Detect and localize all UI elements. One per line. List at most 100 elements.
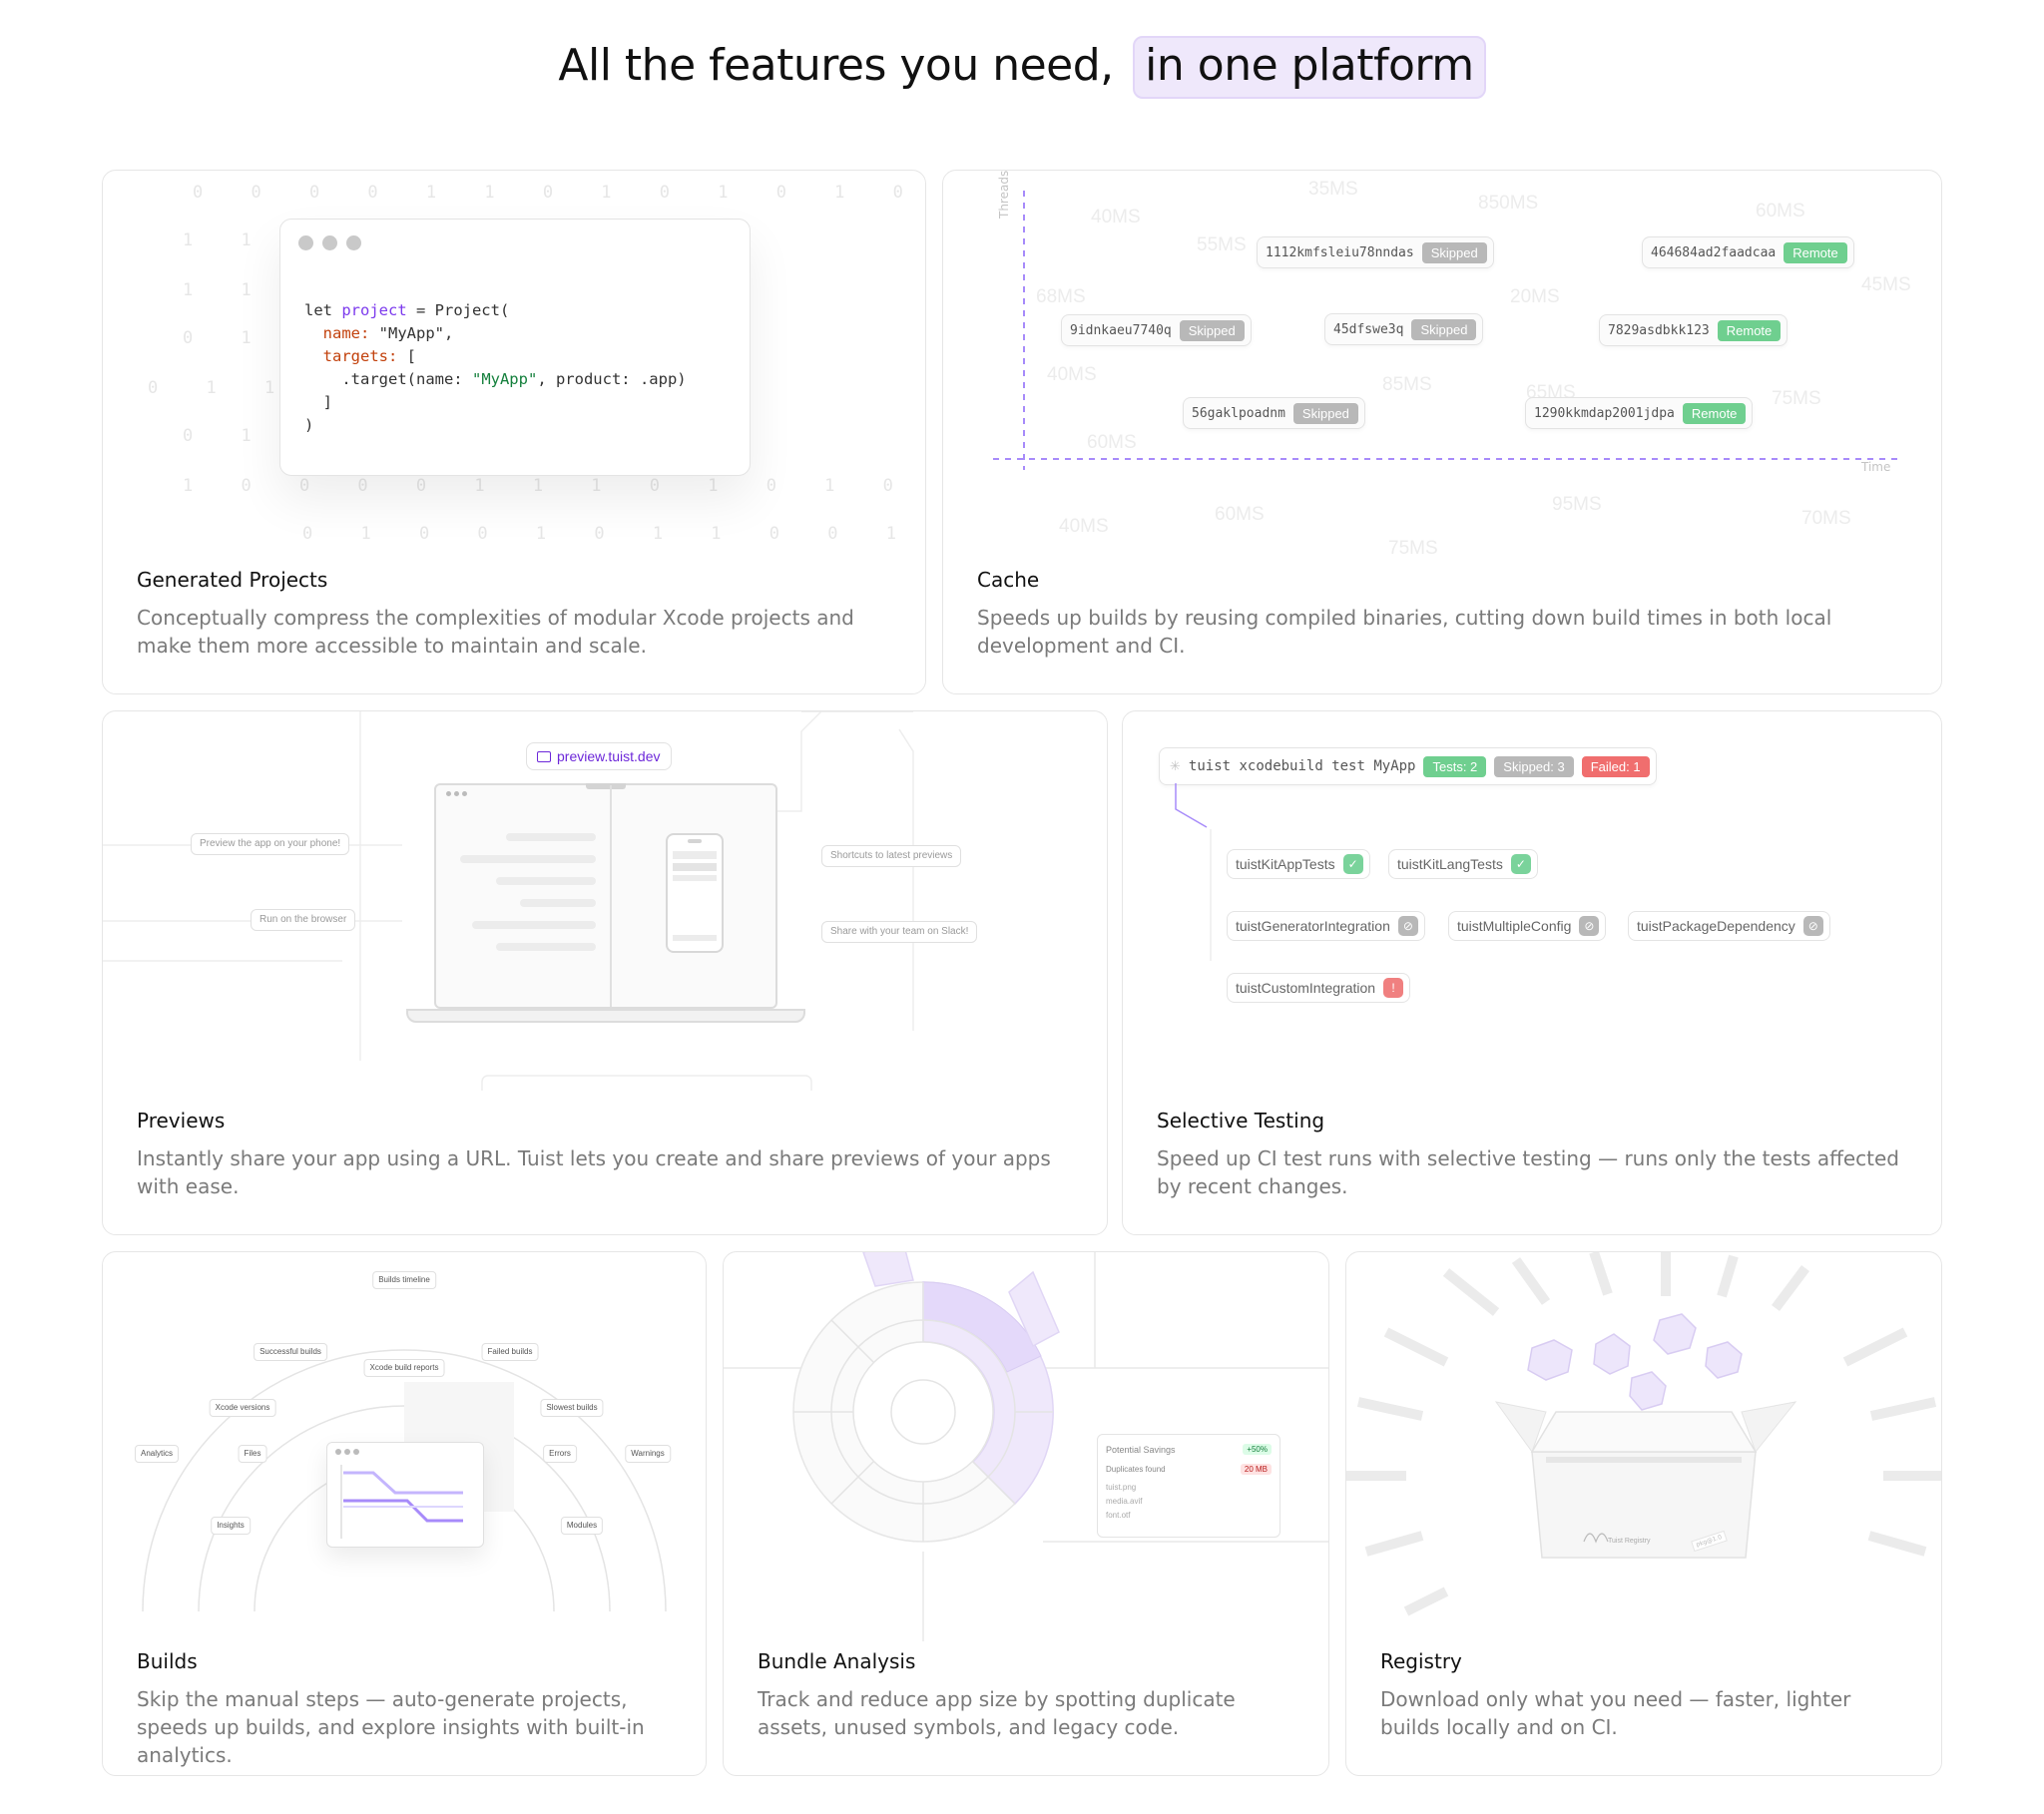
status-badge: Remote: [1717, 319, 1782, 341]
label-modules: Modules: [560, 1517, 604, 1535]
status-badge: Skipped: [1411, 318, 1477, 340]
test-name: tuistMultipleConfig: [1457, 918, 1572, 934]
cache-chip: 1290kkmdap2001jdpa Remote: [1525, 397, 1754, 429]
ms-label: 40MS: [1047, 364, 1097, 385]
label-failed-builds: Failed builds: [481, 1343, 539, 1361]
label-files: Files: [238, 1445, 267, 1463]
ms-label: 55MS: [1197, 234, 1247, 255]
preview-icon: [537, 750, 551, 762]
test-chip: tuistKitLangTests ✓: [1388, 849, 1538, 879]
card-previews[interactable]: preview.tuist.dev Preview the app on you…: [102, 710, 1108, 1235]
ms-label: 60MS: [1756, 201, 1805, 222]
savings-panel: Potential Savings +50% Duplicates found …: [1097, 1434, 1280, 1538]
code-snippet: let project = Project( name: "MyApp", ta…: [304, 301, 687, 434]
ms-label: 68MS: [1036, 286, 1086, 307]
status-badge: Remote: [1682, 402, 1747, 424]
headline-prefix: All the features you need,: [558, 40, 1114, 91]
card-bundle-analysis[interactable]: Potential Savings +50% Duplicates found …: [723, 1251, 1329, 1776]
cache-chip: 7829asdbkk123 Remote: [1599, 314, 1788, 346]
card-registry[interactable]: Tuist Registry pkg@1.0 Registry Download…: [1345, 1251, 1942, 1776]
card-title: Registry: [1380, 1649, 1462, 1673]
skip-icon: ⊘: [1579, 916, 1600, 936]
status-badge: Skipped: [1292, 402, 1358, 424]
check-icon: ✓: [1510, 854, 1531, 874]
card-description: Instantly share your app using a URL. Tu…: [137, 1146, 1051, 1198]
cache-hash: 1290kkmdap2001jdpa: [1534, 405, 1675, 421]
ms-label: 70MS: [1801, 508, 1851, 529]
card-selective-testing[interactable]: ✳ tuist xcodebuild test MyApp Tests: 2 S…: [1122, 710, 1942, 1235]
card-title: Generated Projects: [137, 568, 328, 592]
card-title: Previews: [137, 1109, 226, 1133]
window-dot-icon: [322, 235, 337, 250]
status-badge: Remote: [1784, 241, 1847, 263]
savings-label: Potential Savings: [1106, 1445, 1176, 1455]
x-axis-label: Time: [1861, 460, 1891, 474]
duplicates-value: 20 MB: [1240, 1464, 1272, 1475]
cache-hash: 7829asdbkk123: [1608, 322, 1710, 338]
cache-hash: 56gaklpoadnm: [1192, 405, 1285, 421]
skip-icon: ⊘: [1802, 916, 1823, 936]
test-name: tuistKitLangTests: [1397, 856, 1503, 872]
window-dot-icon: [298, 235, 313, 250]
label-analytics: Analytics: [134, 1445, 180, 1463]
skip-icon: ⊘: [1397, 916, 1418, 936]
window-dot-icon: [346, 235, 361, 250]
preview-url-pill[interactable]: preview.tuist.dev: [526, 742, 672, 770]
card-description: Track and reduce app size by spotting du…: [758, 1687, 1236, 1739]
card-builds[interactable]: Builds timeline Successful builds Failed…: [102, 1251, 707, 1776]
tests-badge: Tests: 2: [1423, 755, 1487, 777]
status-badge: Skipped: [1421, 241, 1487, 263]
error-icon: !: [1383, 978, 1404, 998]
card-description: Speeds up builds by reusing compiled bin…: [977, 606, 1832, 658]
binary-row: 0 1 0 0 1 0 1 1 0 0 1 0 0: [302, 524, 925, 544]
cache-chip: 9idnkaeu7740q Skipped: [1061, 314, 1252, 346]
card-description: Speed up CI test runs with selective tes…: [1157, 1146, 1899, 1198]
test-name: tuistKitAppTests: [1236, 856, 1335, 872]
box-label: Tuist Registry: [1608, 1538, 1651, 1545]
callout-shortcuts: Shortcuts to latest previews: [821, 845, 962, 867]
test-chip: tuistKitAppTests ✓: [1227, 849, 1370, 879]
card-description: Skip the manual steps — auto-generate pr…: [137, 1687, 645, 1767]
ms-label: 85MS: [1382, 374, 1432, 395]
ms-label: 850MS: [1478, 193, 1539, 214]
ms-label: 75MS: [1772, 388, 1821, 409]
card-cache[interactable]: Threads Time 35MS 40MS 850MS 60MS 55MS 6…: [942, 170, 1942, 694]
binary-row: 0 0 0 0 1 1 0 1 0 1 0 1 0: [193, 183, 922, 203]
cache-chip: 45dfswe3q Skipped: [1324, 313, 1484, 345]
ms-label: 40MS: [1091, 207, 1141, 227]
headline-highlight: in one platform: [1133, 36, 1486, 99]
card-description: Download only what you need — faster, li…: [1380, 1687, 1851, 1739]
label-warnings: Warnings: [625, 1445, 671, 1463]
cache-chip: 1112kmfsleiu78nndas Skipped: [1257, 236, 1494, 268]
callout-browser: Run on the browser: [251, 909, 356, 931]
binary-row: 1 0 0 0 0 1 1 1 0 1 0 1 0 1 0: [183, 476, 925, 496]
check-icon: ✓: [1342, 854, 1363, 874]
file-item: font.otf: [1106, 1511, 1131, 1520]
skipped-badge: Skipped: 3: [1494, 755, 1574, 777]
callout-slack: Share with your team on Slack!: [821, 921, 978, 943]
ms-label: 45MS: [1861, 274, 1911, 295]
test-chip: tuistCustomIntegration !: [1227, 973, 1411, 1003]
browser-pane: [436, 785, 612, 1007]
file-item: media.avif: [1106, 1497, 1143, 1506]
builds-chart-window: [326, 1442, 484, 1548]
cache-hash: 9idnkaeu7740q: [1070, 322, 1172, 338]
ms-label: 40MS: [1059, 516, 1109, 537]
page-headline: All the features you need, in one platfo…: [0, 36, 2044, 99]
test-chip: tuistPackageDependency ⊘: [1628, 911, 1830, 941]
label-xcode-versions: Xcode versions: [209, 1399, 276, 1417]
ms-label: 60MS: [1087, 432, 1137, 453]
label-successful-builds: Successful builds: [254, 1343, 327, 1361]
label-insights: Insights: [211, 1517, 251, 1535]
card-title: Selective Testing: [1157, 1109, 1325, 1133]
label-xcode-build-reports: Xcode build reports: [363, 1359, 445, 1377]
code-window: let project = Project( name: "MyApp", ta…: [279, 219, 751, 476]
window-controls: [298, 235, 361, 250]
laptop-base: [406, 1009, 805, 1023]
savings-value: +50%: [1243, 1444, 1272, 1455]
ms-label: 35MS: [1308, 179, 1358, 200]
duplicates-label: Duplicates found: [1106, 1465, 1166, 1474]
builds-line-chart: [340, 1465, 463, 1539]
card-generated-projects[interactable]: 0 0 0 0 1 1 0 1 0 1 0 1 0 1 1 0 0 0 1 0 …: [102, 170, 926, 694]
laptop-illustration: [434, 783, 777, 1009]
